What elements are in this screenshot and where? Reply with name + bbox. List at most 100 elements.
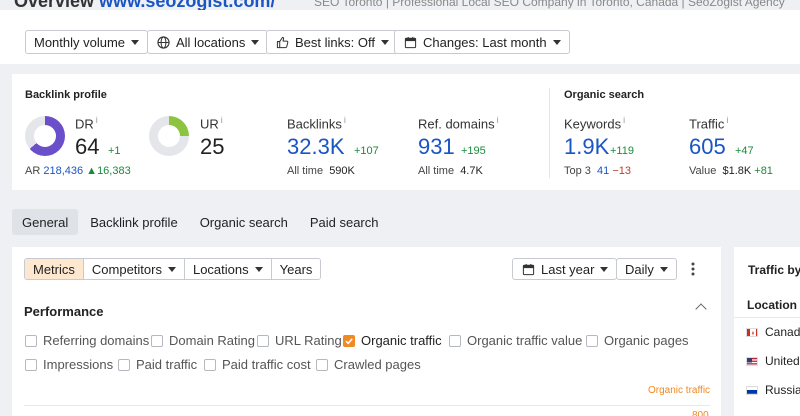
chart-gridline xyxy=(24,405,710,406)
ref-domains-alltime: All time 4.7K xyxy=(418,165,483,177)
checkbox-url-rating[interactable]: URL Rating xyxy=(257,333,342,348)
info-icon: i xyxy=(220,115,223,125)
tab-organic-search[interactable]: Organic search xyxy=(190,209,298,235)
ar-delta: 16,383 xyxy=(97,165,131,177)
page-title: Overview www.seozogist.com/ xyxy=(14,0,275,10)
canada-flag-icon xyxy=(746,327,758,337)
backlinks-value[interactable]: 32.3K xyxy=(287,134,345,160)
checkbox-box xyxy=(204,358,216,371)
globe-icon xyxy=(156,35,170,49)
checkbox-organic-traffic[interactable]: Organic traffic xyxy=(343,333,442,348)
checkbox-paid-traffic-cost[interactable]: Paid traffic cost xyxy=(204,357,311,372)
ur-donut-chart xyxy=(149,116,189,156)
backlink-profile-heading: Backlink profile xyxy=(25,89,107,101)
checkbox-box xyxy=(449,334,461,347)
russia-flag-icon xyxy=(746,385,758,395)
dr-label[interactable]: DR i xyxy=(75,115,98,131)
checkbox-referring-domains[interactable]: Referring domains xyxy=(25,333,149,348)
ref-domains-label[interactable]: Ref. domains i xyxy=(418,115,499,131)
location-row-united-states[interactable]: United States xyxy=(746,354,800,368)
performance-panel: Metrics Competitors Locations Years Last… xyxy=(12,247,721,416)
more-options-icon[interactable] xyxy=(690,261,696,277)
granularity-dropdown[interactable]: Daily xyxy=(616,258,677,280)
chevron-down-icon xyxy=(659,266,668,272)
series-label-organic-traffic: Organic traffic xyxy=(648,385,711,396)
keywords-value[interactable]: 1.9K xyxy=(564,134,609,160)
checkbox-box xyxy=(257,334,269,347)
checkbox-organic-traffic-value[interactable]: Organic traffic value xyxy=(449,333,582,348)
info-icon: i xyxy=(623,115,626,125)
filter-bar: Monthly volume All locations Best links:… xyxy=(0,10,800,64)
segment-locations[interactable]: Locations xyxy=(184,259,272,279)
location-row-russia[interactable]: Russia xyxy=(746,383,800,397)
ar-row: AR 218,436 ▲16,383 xyxy=(25,165,131,177)
metrics-card: Backlink profile DR i 64 +1 AR 218,436 ▲1… xyxy=(12,74,800,190)
ref-domains-value[interactable]: 931 xyxy=(418,134,455,160)
checkmark-icon xyxy=(343,334,355,347)
checkbox-box xyxy=(25,358,37,371)
keywords-delta: +119 xyxy=(610,145,634,157)
tab-general[interactable]: General xyxy=(12,209,79,235)
changes-dropdown-label: Changes: Last month xyxy=(423,34,547,50)
location-column-header: Location xyxy=(747,298,797,312)
keywords-top3: Top 3 41 −13 xyxy=(564,165,632,177)
traffic-label[interactable]: Traffic i xyxy=(689,115,728,131)
chevron-down-icon xyxy=(251,39,260,45)
backlinks-alltime: All time 590K xyxy=(287,165,355,177)
tab-paid-search[interactable]: Paid search xyxy=(300,209,389,235)
backlinks-delta: +107 xyxy=(354,145,379,157)
period-dropdown[interactable]: Last year xyxy=(512,258,618,280)
view-segmented-control: Metrics Competitors Locations Years xyxy=(24,258,322,280)
checkbox-crawled-pages[interactable]: Crawled pages xyxy=(316,357,421,372)
ar-value[interactable]: 218,436 xyxy=(43,165,83,177)
section-tabs: General Backlink profile Organic search … xyxy=(12,209,391,235)
changes-dropdown[interactable]: Changes: Last month xyxy=(394,30,570,54)
up-arrow-icon: ▲ xyxy=(86,165,98,177)
volume-dropdown-label: Monthly volume xyxy=(34,34,126,50)
page-header: Overview www.seozogist.com/ SEO Toronto … xyxy=(0,0,800,10)
target-url-link[interactable]: www.seozogist.com/ xyxy=(99,0,275,10)
collapse-chevron-icon[interactable] xyxy=(695,303,707,315)
checkbox-paid-traffic[interactable]: Paid traffic xyxy=(118,357,197,372)
us-flag-icon xyxy=(746,356,758,366)
location-row-canada[interactable]: Canada xyxy=(746,325,800,339)
segment-competitors[interactable]: Competitors xyxy=(83,259,185,279)
traffic-by-location-panel: Traffic by location Location Canada Unit… xyxy=(734,247,800,416)
best-links-dropdown-label: Best links: Off xyxy=(295,34,375,50)
checkbox-box xyxy=(316,358,328,371)
chevron-down-icon xyxy=(552,39,561,45)
calendar-icon xyxy=(521,262,535,276)
traffic-delta: +47 xyxy=(735,145,754,157)
dr-value: 64 xyxy=(75,134,100,159)
segment-years[interactable]: Years xyxy=(271,259,321,279)
volume-dropdown[interactable]: Monthly volume xyxy=(25,30,149,54)
keywords-label[interactable]: Keywords i xyxy=(564,115,625,131)
best-links-dropdown[interactable]: Best links: Off xyxy=(266,30,398,54)
checkbox-domain-rating[interactable]: Domain Rating xyxy=(151,333,255,348)
locations-dropdown-label: All locations xyxy=(176,34,246,50)
checkbox-box xyxy=(151,334,163,347)
checkbox-impressions[interactable]: Impressions xyxy=(25,357,113,372)
chevron-down-icon xyxy=(254,266,263,272)
ur-label[interactable]: UR i xyxy=(200,115,223,131)
performance-heading: Performance xyxy=(24,304,104,319)
period-dropdown-label: Last year xyxy=(541,261,595,277)
chevron-down-icon xyxy=(600,266,609,272)
granularity-dropdown-label: Daily xyxy=(625,261,654,277)
checkbox-box xyxy=(25,334,37,347)
traffic-by-location-heading: Traffic by location xyxy=(748,263,800,277)
locations-dropdown[interactable]: All locations xyxy=(147,30,269,54)
chevron-down-icon xyxy=(167,266,176,272)
info-icon: i xyxy=(726,115,729,125)
ur-value: 25 xyxy=(200,134,225,159)
axis-tick-label: 800 xyxy=(692,410,709,416)
backlinks-label[interactable]: Backlinks i xyxy=(287,115,346,131)
calendar-icon xyxy=(403,35,417,49)
traffic-value[interactable]: 605 xyxy=(689,134,726,160)
info-icon: i xyxy=(496,115,499,125)
tab-backlink-profile[interactable]: Backlink profile xyxy=(80,209,187,235)
segment-metrics[interactable]: Metrics xyxy=(25,259,84,279)
checkbox-box xyxy=(586,334,598,347)
chevron-down-icon xyxy=(380,39,389,45)
checkbox-organic-pages[interactable]: Organic pages xyxy=(586,333,689,348)
